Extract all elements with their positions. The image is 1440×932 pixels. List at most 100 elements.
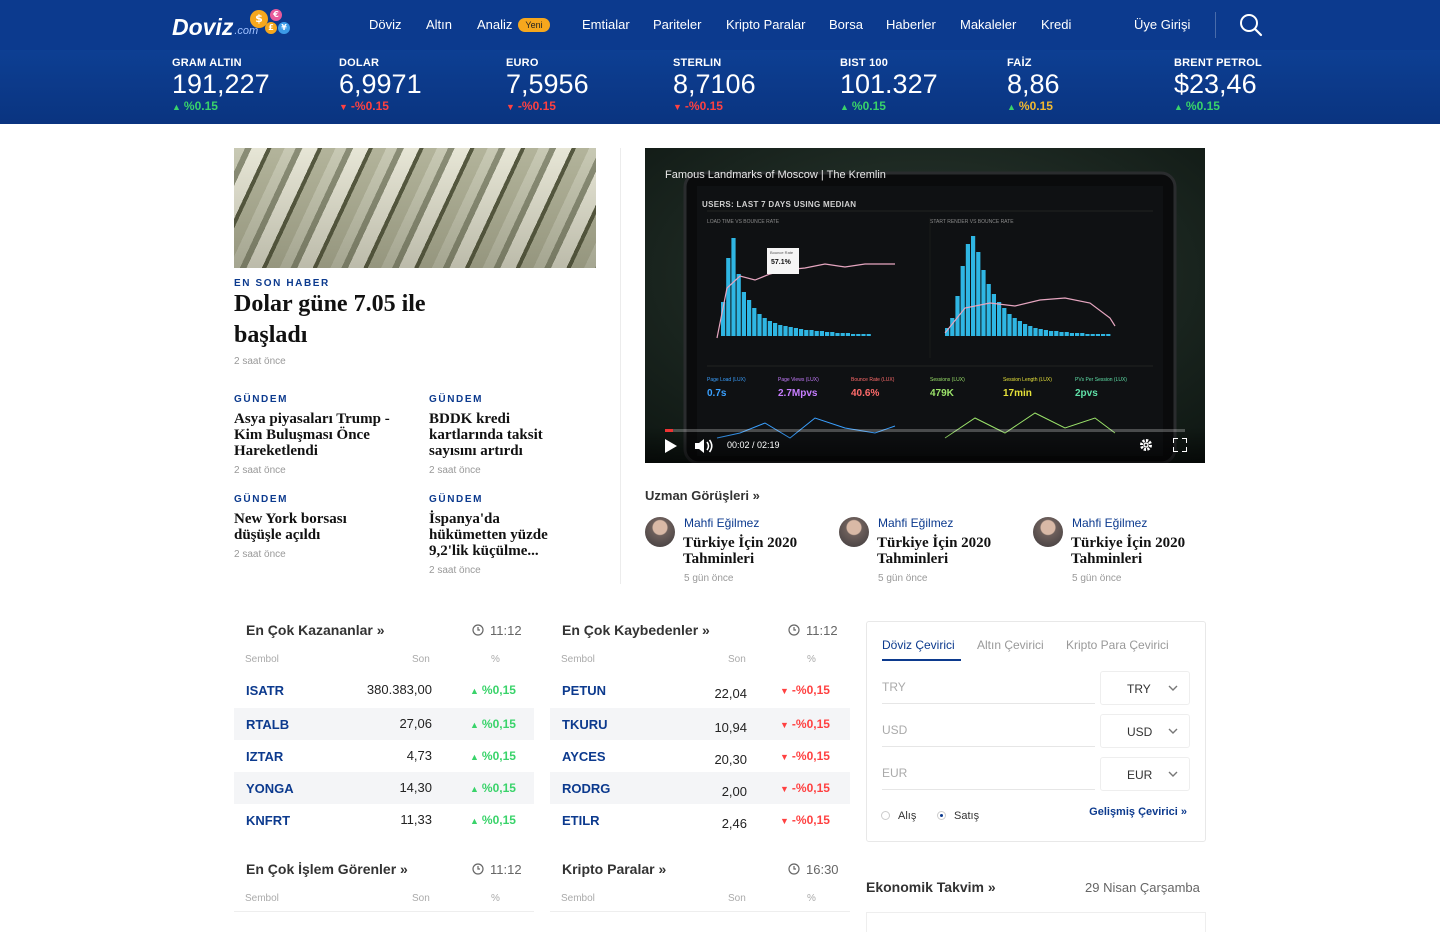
nav-item-doviz[interactable]: Döviz (369, 17, 402, 32)
crypto-time-value: 16:30 (806, 862, 839, 877)
chevron-down-icon (1168, 685, 1178, 691)
video-histogram-bar (747, 300, 752, 336)
most-traded-title[interactable]: En Çok İşlem Görenler » (246, 861, 408, 877)
headline-image[interactable] (234, 148, 596, 268)
video-histogram-bar (1049, 331, 1054, 336)
ticker-faiz[interactable]: FAİZ 8,86 ▲ %0.15 (1007, 57, 1060, 113)
ticker-change: ▲ %0.15 (1174, 99, 1262, 113)
column-divider (620, 148, 621, 584)
currency-select-value: EUR (1127, 768, 1153, 782)
radio-satis[interactable]: Satış (937, 810, 979, 822)
crypto-title[interactable]: Kripto Paralar » (562, 861, 666, 877)
fullscreen-icon[interactable] (1172, 437, 1188, 457)
table-row[interactable]: ETILR 2,46 ▼ -%0,15 (550, 804, 850, 836)
news-item[interactable]: GÜNDEM İspanya'da hükümetten yüzde 9,2'l… (429, 494, 579, 576)
advanced-converter-link[interactable]: Gelişmiş Çevirici » (1089, 806, 1187, 818)
video-histogram-bar (741, 292, 746, 336)
video-player[interactable]: USERS: LAST 7 DAYS USING MEDIAN LOAD TIM… (645, 148, 1205, 463)
amount-input-eur[interactable]: EUR (882, 756, 1095, 790)
ticker-brent[interactable]: BRENT PETROL $23,46 ▲ %0.15 (1174, 57, 1262, 113)
video-tooltip-value: 57.1% (771, 259, 791, 266)
nav-item-kripto[interactable]: Kripto Paralar (726, 17, 805, 32)
ticker-euro[interactable]: EURO 7,5956 ▼ -%0.15 (506, 57, 589, 113)
video-histogram-bar (845, 333, 850, 336)
nav-item-kredi[interactable]: Kredi (1041, 17, 1071, 32)
currency-select-try[interactable]: TRY (1100, 671, 1190, 705)
nav-item-analiz[interactable]: Analiz Yeni (477, 17, 550, 32)
nav-item-makaleler[interactable]: Makaleler (960, 17, 1016, 32)
volume-icon[interactable] (695, 438, 715, 459)
row-change: ▲ %0,15 (470, 813, 516, 827)
video-histogram-bar (1038, 329, 1043, 336)
nav-item-borsa[interactable]: Borsa (829, 17, 863, 32)
tab-kripto-cevirici[interactable]: Kripto Para Çevirici (1066, 638, 1169, 652)
ticker-name: DOLAR (339, 57, 380, 69)
row-symbol: RTALB (246, 717, 290, 732)
video-metric-value: 0.7s (707, 388, 727, 399)
table-row[interactable]: KNFRT 11,33 ▲ %0,15 (234, 804, 534, 836)
experts-heading[interactable]: Uzman Görüşleri » (645, 488, 760, 503)
nav-item-analiz-label: Analiz (477, 17, 513, 32)
headline-title[interactable]: Dolar güne 7.05 ile başladı (234, 289, 504, 351)
search-icon[interactable] (1239, 13, 1263, 37)
video-histogram-bar (1095, 334, 1100, 336)
col-header-last: Son (728, 654, 746, 665)
row-symbol: RODRG (562, 781, 611, 796)
video-histogram-bar (950, 318, 955, 336)
video-progress-track[interactable] (665, 429, 1185, 432)
table-row[interactable]: YONGA 14,30 ▲ %0,15 (234, 772, 534, 804)
video-histogram-bar (861, 334, 866, 336)
ticker-name: GRAM ALTIN (172, 57, 242, 69)
table-row[interactable]: TKURU 10,94 ▼ -%0,15 (550, 708, 850, 740)
table-row[interactable]: AYCES 20,30 ▼ -%0,15 (550, 740, 850, 772)
radio-alis[interactable]: Alış (881, 810, 916, 822)
table-row[interactable]: ISATR 380.383,00 ▲ %0,15 (234, 674, 534, 706)
row-change-value: -%0,15 (791, 781, 830, 795)
tab-doviz-cevirici[interactable]: Döviz Çevirici (882, 638, 955, 652)
video-histogram-bar (981, 270, 986, 336)
table-row[interactable]: RODRG 2,00 ▼ -%0,15 (550, 772, 850, 804)
logo-text: Doviz (172, 14, 234, 40)
gainers-title[interactable]: En Çok Kazananlar » (246, 622, 385, 638)
clock-icon (472, 624, 484, 636)
nav-item-altin[interactable]: Altın (426, 17, 452, 32)
ticker-gram-altin[interactable]: GRAM ALTIN 191,227 ▲ %0.15 (172, 57, 270, 113)
row-change: ▲ %0,15 (470, 683, 516, 697)
nav-item-emtialar[interactable]: Emtialar (582, 17, 630, 32)
video-tooltip-label: Bounce Rate (770, 250, 794, 255)
play-icon[interactable] (665, 439, 677, 458)
login-link[interactable]: Üye Girişi (1134, 17, 1190, 32)
table-row[interactable]: RTALB 27,06 ▲ %0,15 (234, 708, 534, 740)
nav-item-haberler[interactable]: Haberler (886, 17, 936, 32)
ticker-value: 8,7106 (673, 69, 756, 99)
avatar (839, 517, 869, 547)
nav-item-pariteler[interactable]: Pariteler (653, 17, 701, 32)
economic-calendar-heading[interactable]: Ekonomik Takvim » (866, 879, 996, 895)
amount-input-usd[interactable]: USD (882, 713, 1095, 747)
amount-input-try[interactable]: TRY (882, 670, 1095, 704)
currency-select-eur[interactable]: EUR (1100, 757, 1190, 791)
tab-altin-cevirici[interactable]: Altın Çevirici (977, 638, 1044, 652)
currency-select-usd[interactable]: USD (1100, 714, 1190, 748)
ticker-change-value: -%0.15 (517, 99, 556, 113)
losers-title[interactable]: En Çok Kaybedenler » (562, 622, 710, 638)
row-value: 2,46 (721, 816, 747, 831)
ticker-dolar[interactable]: DOLAR 6,9971 ▼ -%0.15 (339, 57, 422, 113)
site-logo[interactable]: Doviz .com $ € £ ¥ (172, 8, 290, 44)
active-tab-indicator (882, 659, 961, 661)
col-header-percent: % (491, 893, 500, 904)
ticker-sterlin[interactable]: STERLIN 8,7106 ▼ -%0.15 (673, 57, 756, 113)
gainers-time-value: 11:12 (490, 623, 522, 638)
settings-gear-icon[interactable] (1139, 438, 1153, 457)
row-change-value: -%0,15 (791, 749, 830, 763)
news-item[interactable]: GÜNDEM Asya piyasaları Trump - Kim Buluş… (234, 394, 404, 476)
row-value: 14,30 (399, 780, 432, 795)
news-item[interactable]: GÜNDEM BDDK kredi kartlarında taksit say… (429, 394, 579, 476)
table-row[interactable]: IZTAR 4,73 ▲ %0,15 (234, 740, 534, 772)
table-row[interactable]: PETUN 22,04 ▼ -%0,15 (550, 674, 850, 706)
row-change: ▼ -%0,15 (780, 717, 830, 731)
news-item[interactable]: GÜNDEM New York borsası düşüşle açıldı 2… (234, 494, 384, 560)
row-change: ▼ -%0,15 (780, 683, 830, 697)
ticker-bist100[interactable]: BIST 100 101.327 ▲ %0.15 (840, 57, 938, 113)
crypto-table: Kripto Paralar » 16:30 Sembol Son % (550, 861, 850, 921)
